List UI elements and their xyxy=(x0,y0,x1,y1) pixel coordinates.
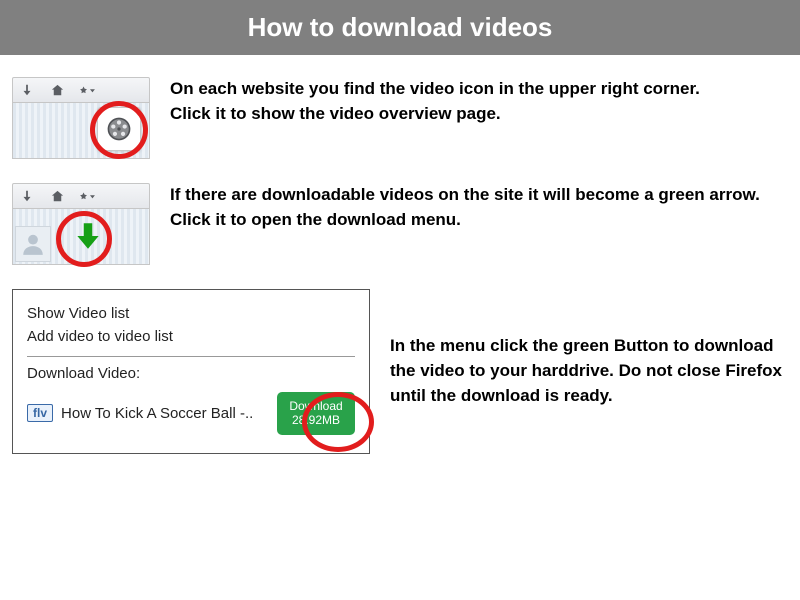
toolbar-mock xyxy=(12,77,150,103)
download-arrow-button[interactable] xyxy=(67,215,109,257)
film-reel-icon xyxy=(106,116,132,142)
toolbar-strip xyxy=(12,103,150,159)
step-2-text: If there are downloadable videos on the … xyxy=(170,183,760,232)
home-icon xyxy=(49,82,65,98)
step-3: Show Video list Add video to video list … xyxy=(12,289,788,454)
video-title: How To Kick A Soccer Ball -.. xyxy=(61,405,269,422)
download-button-size: 28.92MB xyxy=(289,413,343,427)
bookmark-dropdown-icon xyxy=(79,82,95,98)
toolbar-mock xyxy=(12,183,150,209)
step-1: On each website you find the video icon … xyxy=(12,77,788,159)
step-2: If there are downloadable videos on the … xyxy=(12,183,788,265)
avatar-placeholder-icon xyxy=(15,226,51,262)
step-2-thumbnail xyxy=(12,183,150,265)
step-1-text: On each website you find the video icon … xyxy=(170,77,700,126)
toolbar-strip xyxy=(12,209,150,265)
title-bar: How to download videos xyxy=(0,0,800,55)
step-3-thumbnail: Show Video list Add video to video list … xyxy=(12,289,370,454)
step-1-thumbnail xyxy=(12,77,150,159)
download-button-label: Download xyxy=(289,399,343,413)
bookmark-dropdown-icon xyxy=(79,188,95,204)
video-icon-bubble[interactable] xyxy=(97,107,141,151)
menu-item-show-list[interactable]: Show Video list xyxy=(27,302,355,325)
download-video-heading: Download Video: xyxy=(27,365,355,382)
step-3-text: In the menu click the green Button to do… xyxy=(390,334,788,408)
page-title: How to download videos xyxy=(0,12,800,43)
download-button[interactable]: Download 28.92MB xyxy=(277,392,355,435)
download-row: flv How To Kick A Soccer Ball -.. Downlo… xyxy=(27,392,355,435)
green-down-arrow-icon xyxy=(71,219,105,253)
home-icon xyxy=(49,188,65,204)
down-arrow-icon xyxy=(19,82,35,98)
menu-divider xyxy=(27,356,355,357)
flv-badge: flv xyxy=(27,404,53,422)
download-menu: Show Video list Add video to video list … xyxy=(12,289,370,454)
down-arrow-icon xyxy=(19,188,35,204)
menu-item-add-video[interactable]: Add video to video list xyxy=(27,325,355,348)
content-area: On each website you find the video icon … xyxy=(0,55,800,486)
